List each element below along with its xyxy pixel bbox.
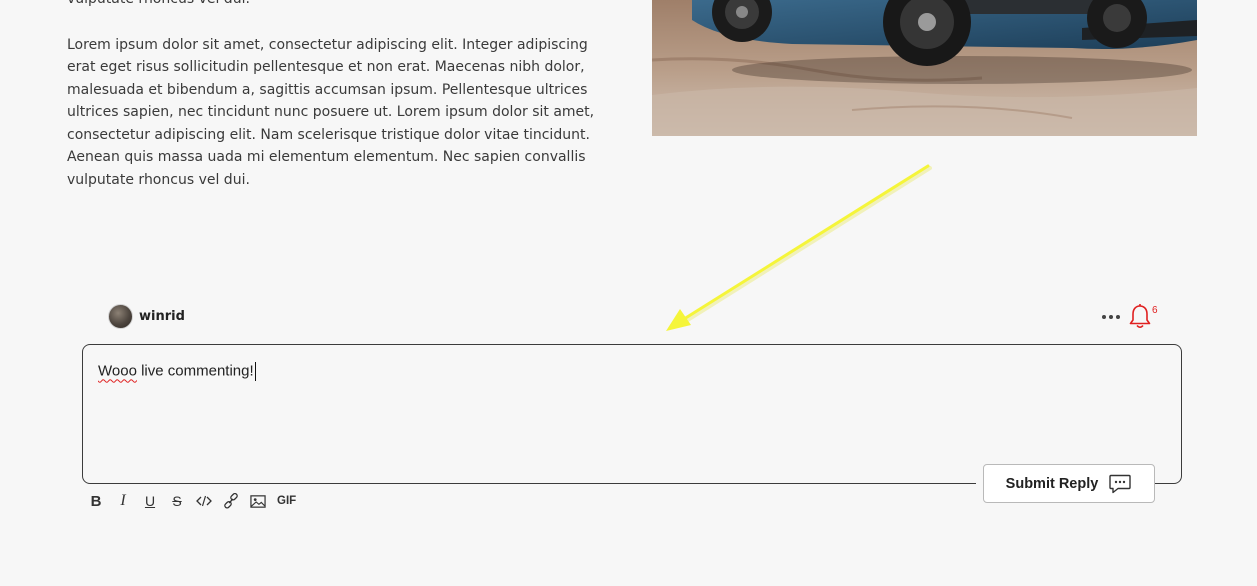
text-caret (254, 362, 256, 381)
submit-reply-button[interactable]: Submit Reply (983, 464, 1155, 503)
code-icon (196, 495, 212, 507)
article-photo (652, 0, 1197, 136)
more-horizontal-icon[interactable] (1102, 315, 1120, 319)
chat-bubble-icon (1109, 474, 1132, 493)
article-paragraph-1: vulputate rhoncus vel dui. (67, 0, 597, 11)
link-icon (224, 493, 238, 509)
misspelled-word: Wooo (98, 362, 137, 380)
italic-button[interactable]: I (115, 492, 131, 510)
suv-photo-illustration (652, 0, 1197, 136)
avatar[interactable] (108, 304, 133, 329)
link-button[interactable] (223, 492, 239, 510)
formatting-toolbar: B I U S GIF (88, 491, 297, 511)
reply-text: Wooo live commenting! (98, 362, 256, 381)
underline-button[interactable]: U (142, 492, 158, 510)
username[interactable]: winrid (139, 309, 185, 324)
bold-button[interactable]: B (88, 492, 104, 510)
notifications-button[interactable]: 6 (1128, 303, 1158, 331)
strikethrough-button[interactable]: S (169, 492, 185, 510)
reply-text-rest: live commenting! (136, 362, 254, 380)
reply-textarea[interactable]: Wooo live commenting! (82, 344, 1182, 484)
comment-author: winrid (108, 304, 185, 329)
image-icon (250, 494, 266, 508)
article-body: vulputate rhoncus vel dui. Lorem ipsum d… (67, 0, 597, 214)
code-button[interactable] (196, 492, 212, 510)
submit-reply-label: Submit Reply (1005, 475, 1099, 492)
article-paragraph-2: Lorem ipsum dolor sit amet, consectetur … (67, 36, 595, 188)
comment-header-actions: 6 (1102, 303, 1158, 331)
bell-icon (1129, 304, 1151, 329)
gif-button[interactable]: GIF (277, 492, 296, 510)
notification-count: 6 (1152, 305, 1158, 316)
image-button[interactable] (250, 492, 266, 510)
page: vulputate rhoncus vel dui. Lorem ipsum d… (0, 0, 1257, 586)
